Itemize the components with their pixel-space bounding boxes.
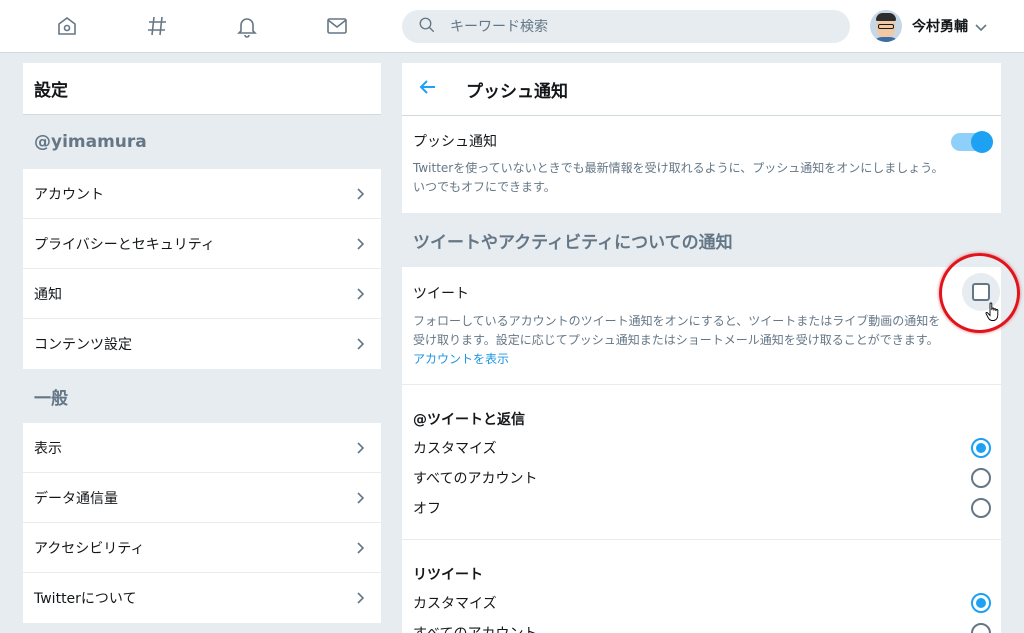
sidebar-item-notifications[interactable]: 通知 bbox=[23, 269, 381, 319]
mail-icon[interactable] bbox=[323, 12, 351, 40]
avatar[interactable] bbox=[870, 10, 902, 42]
tweet-description: フォローしているアカウントのツイート通知をオンにすると、ツイートまたはライブ動画… bbox=[413, 312, 990, 350]
panel-header: プッシュ通知 bbox=[402, 63, 1001, 116]
mentions-option-customize[interactable]: カスタマイズ bbox=[413, 433, 991, 463]
bell-icon[interactable] bbox=[233, 12, 261, 40]
settings-sidebar: 設定 @yimamura アカウント プライバシーとセキュリティ 通知 コンテン… bbox=[23, 63, 381, 623]
chevron-right-icon bbox=[357, 237, 365, 250]
radio-button[interactable] bbox=[971, 468, 991, 488]
sidebar-item-label: コンテンツ設定 bbox=[34, 337, 132, 353]
radio-label: すべてのアカウント bbox=[413, 623, 537, 633]
tweet-notification-block: ツイート フォローしているアカウントのツイート通知をオンにすると、ツイートまたは… bbox=[402, 267, 1001, 385]
view-accounts-link[interactable]: アカウントを表示 bbox=[413, 350, 990, 369]
account-handle: @yimamura bbox=[34, 132, 147, 152]
sidebar-item-accessibility[interactable]: アクセシビリティ bbox=[23, 523, 381, 573]
radio-button[interactable] bbox=[971, 623, 991, 633]
radio-label: カスタマイズ bbox=[413, 596, 497, 612]
activity-section-heading: ツイートやアクティビティについての通知 bbox=[413, 232, 733, 253]
push-description: Twitterを使っていないときでも最新情報を受け取れるように、プッシュ通知をオ… bbox=[413, 159, 990, 197]
retweets-group: リツイート カスタマイズ すべてのアカウント bbox=[402, 540, 1001, 633]
radio-label: オフ bbox=[413, 501, 441, 517]
retweets-title: リツイート bbox=[413, 567, 483, 583]
chevron-right-icon bbox=[357, 187, 365, 200]
radio-label: カスタマイズ bbox=[413, 441, 497, 457]
mentions-group: @ツイートと返信 カスタマイズ すべてのアカウント オフ bbox=[402, 385, 1001, 540]
radio-label: すべてのアカウント bbox=[413, 471, 538, 487]
search-input[interactable] bbox=[450, 18, 830, 35]
chevron-right-icon bbox=[357, 441, 365, 454]
mentions-title: @ツイートと返信 bbox=[413, 412, 525, 428]
sidebar-item-label: アクセシビリティ bbox=[34, 540, 145, 557]
chevron-down-icon[interactable] bbox=[974, 19, 988, 33]
sidebar-item-label: Twitterについて bbox=[34, 591, 137, 607]
page-title: プッシュ通知 bbox=[466, 81, 568, 102]
user-name[interactable]: 今村勇輔 bbox=[912, 16, 968, 36]
general-section-label: 一般 bbox=[34, 388, 68, 409]
sidebar-item-label: アカウント bbox=[34, 186, 104, 203]
sidebar-item-content[interactable]: コンテンツ設定 bbox=[23, 319, 381, 369]
tweet-label: ツイート bbox=[413, 286, 469, 302]
push-toggle-block: プッシュ通知 Twitterを使っていないときでも最新情報を受け取れるように、プ… bbox=[402, 116, 1001, 213]
sidebar-item-display[interactable]: 表示 bbox=[23, 423, 381, 473]
highlight-circle bbox=[939, 253, 1020, 333]
top-navigation-bar: 今村勇輔 bbox=[0, 0, 1024, 53]
sidebar-item-data-usage[interactable]: データ通信量 bbox=[23, 473, 381, 523]
tweet-description-line: 受け取ります。設定に応じてプッシュ通知またはショートメール通知を受け取ることがで… bbox=[413, 333, 939, 347]
sidebar-item-label: プライバシーとセキュリティ bbox=[34, 236, 215, 253]
sidebar-item-label: 表示 bbox=[34, 440, 62, 457]
retweets-option-customize[interactable]: カスタマイズ bbox=[413, 588, 991, 618]
chevron-right-icon bbox=[357, 491, 365, 504]
home-icon[interactable] bbox=[53, 12, 81, 40]
retweets-option-all[interactable]: すべてのアカウント bbox=[413, 618, 991, 633]
radio-button[interactable] bbox=[971, 438, 991, 458]
toggle-knob bbox=[971, 131, 993, 153]
sidebar-item-label: データ通信量 bbox=[34, 490, 118, 507]
tweet-description-line: フォローしているアカウントのツイート通知をオンにすると、ツイートまたはライブ動画… bbox=[413, 314, 941, 328]
sidebar-item-account[interactable]: アカウント bbox=[23, 169, 381, 219]
push-description-line: Twitterを使っていないときでも最新情報を受け取れるように、プッシュ通知をオ… bbox=[413, 161, 944, 175]
chevron-right-icon bbox=[357, 287, 365, 300]
chevron-right-icon bbox=[357, 338, 365, 350]
back-arrow-icon[interactable] bbox=[418, 77, 438, 101]
push-description-line: いつでもオフにできます。 bbox=[413, 180, 556, 194]
push-notifications-panel: プッシュ通知 プッシュ通知 Twitterを使っていないときでも最新情報を受け取… bbox=[402, 63, 1001, 633]
chevron-right-icon bbox=[357, 592, 365, 604]
settings-title: 設定 bbox=[23, 63, 381, 115]
push-toggle-label: プッシュ通知 bbox=[413, 134, 497, 150]
sidebar-item-label: 通知 bbox=[34, 286, 62, 303]
sidebar-item-about[interactable]: Twitterについて bbox=[23, 573, 381, 623]
search-icon bbox=[418, 16, 436, 38]
radio-button[interactable] bbox=[971, 498, 991, 518]
sidebar-item-privacy[interactable]: プライバシーとセキュリティ bbox=[23, 219, 381, 269]
radio-button[interactable] bbox=[971, 593, 991, 613]
hand-cursor-icon bbox=[985, 302, 999, 321]
search-bar[interactable] bbox=[402, 10, 850, 43]
mentions-option-all[interactable]: すべてのアカウント bbox=[413, 463, 991, 493]
chevron-right-icon bbox=[357, 541, 365, 554]
user-menu[interactable]: 今村勇輔 bbox=[870, 9, 988, 43]
push-toggle[interactable] bbox=[951, 131, 993, 153]
mentions-option-off[interactable]: オフ bbox=[413, 493, 991, 523]
hashtag-icon[interactable] bbox=[143, 12, 171, 40]
